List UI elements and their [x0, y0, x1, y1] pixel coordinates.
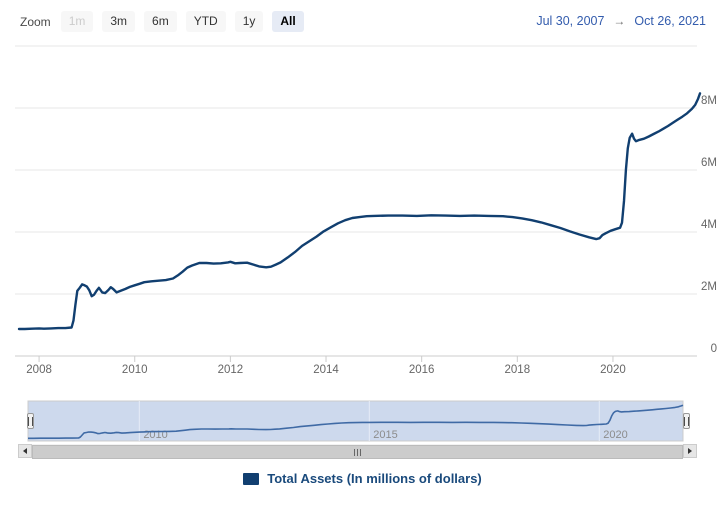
scrollbar-track[interactable]	[32, 444, 683, 459]
x-axis-label: 2012	[218, 364, 244, 376]
x-axis-label: 2018	[505, 364, 531, 376]
y-axis-label: 0	[711, 343, 717, 355]
x-axis-label: 2010	[122, 364, 148, 376]
main-chart[interactable]: 0 2M 4M 6M 8M 2008 2010 2012 2014 2016 2018 2020 201…	[0, 0, 725, 465]
navigator-right-handle-icon[interactable]	[683, 413, 690, 429]
y-axis-label: 6M	[701, 157, 717, 169]
legend-swatch-icon	[243, 472, 260, 485]
navigator-axis-label: 2020	[603, 429, 627, 441]
y-axis-label: 2M	[701, 281, 717, 293]
x-axis-label: 2008	[26, 364, 52, 376]
x-axis-label: 2016	[409, 364, 435, 376]
x-axis-label: 2014	[313, 364, 339, 376]
navigator-axis-label: 2015	[373, 429, 397, 441]
y-axis-label: 4M	[701, 219, 717, 231]
legend-label: Total Assets (In millions of dollars)	[267, 471, 482, 486]
scrollbar-thumb[interactable]	[32, 445, 683, 459]
y-axis-label: 8M	[701, 95, 717, 107]
navigator-left-handle-icon[interactable]	[27, 413, 34, 429]
scrollbar	[18, 444, 697, 459]
navigator-mask[interactable]	[27, 400, 684, 442]
scrollbar-right-arrow-icon[interactable]	[683, 444, 697, 458]
stock-chart-widget: Zoom 1m 3m 6m YTD 1y All Jul 30, 2007 → …	[0, 0, 725, 505]
x-axis-label: 2020	[600, 364, 626, 376]
scrollbar-left-arrow-icon[interactable]	[18, 444, 32, 458]
scrollbar-grip-icon	[354, 448, 361, 456]
legend-item-total-assets[interactable]: Total Assets (In millions of dollars)	[0, 471, 725, 486]
